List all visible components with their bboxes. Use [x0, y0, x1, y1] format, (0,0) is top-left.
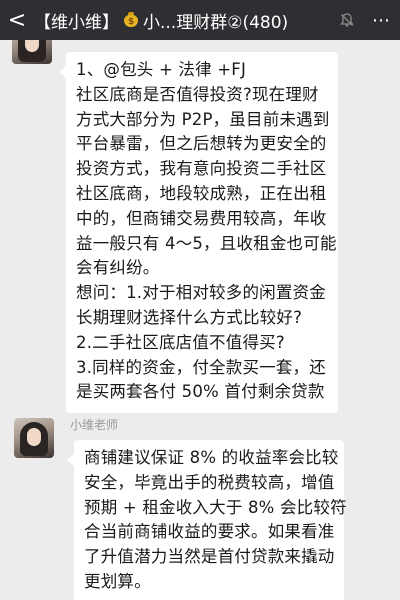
message-line: 方式大部分为 P2P，虽目前未遇到 — [76, 109, 330, 129]
message-line: 安全，毕竟出手的税费较高，增值 — [84, 472, 335, 492]
message-line: 2.二手社区底店值不值得买? — [76, 332, 285, 352]
avatar[interactable] — [14, 418, 54, 458]
message-bubble[interactable]: 商铺建议保证 8% 的收益率会比较 安全，毕竟出手的税费较高，增值 预期 + 租… — [67, 440, 347, 600]
message-line: 会有纠纷。 — [76, 258, 160, 278]
avatar[interactable] — [12, 40, 52, 64]
more-options-button[interactable]: ⋯ — [364, 0, 398, 40]
message-line: 益一般只有 4～5，且收租金也可能 — [76, 233, 337, 253]
title-bar: < 【维小维】 $ 小...理财群②(480) ⋯ — [0, 0, 400, 40]
message-line: 社区底商，地段较成熟，正在出租 — [76, 183, 327, 203]
mute-bell-icon — [336, 0, 358, 40]
message-line: 预期 + 租金收入大于 8% 会比较符 — [84, 497, 347, 517]
message-line: 想问：1.对于相对较多的闲置资金 — [76, 283, 326, 303]
message-line: 商铺建议保证 8% 的收益率会比较 — [84, 448, 339, 467]
message-bubble[interactable]: 1、@包头 + 法律 +FJ 社区底商是否值得投资?现在理财 方式大部分为 P2… — [59, 52, 338, 414]
chat-area[interactable]: 1、@包头 + 法律 +FJ 社区底商是否值得投资?现在理财 方式大部分为 P2… — [0, 40, 400, 600]
chevron-left-icon: < — [7, 7, 27, 33]
message-line: 更划算。 — [84, 571, 151, 591]
message-line: 社区底商是否值得投资?现在理财 — [76, 84, 319, 104]
more-icon: ⋯ — [372, 9, 390, 31]
message-line: 1、@包头 + 法律 +FJ — [76, 60, 247, 79]
message-line: 中的，但商铺交易费用较高，年收 — [76, 208, 327, 228]
message-line: 长期理财选择什么方式比较好? — [76, 307, 303, 327]
chat-title-suffix: 小...理财群②(480) — [143, 12, 289, 33]
message-line: 平台暴雷，但之后想转为更安全的 — [76, 134, 327, 154]
message-line: 合当前商铺收益的要求。如果看准 — [84, 522, 335, 542]
message-line: 了升值潜力当然是首付贷款来撬动 — [84, 547, 335, 567]
message-line: 3.同样的资金，付全款买一套，还 — [76, 357, 326, 377]
message-line: 是买两套各付 50% 首付剩余贷款 — [76, 382, 325, 402]
sender-name: 小维老师 — [70, 418, 119, 432]
message-line: 投资方式，我有意向投资二手社区 — [76, 159, 327, 179]
chat-title: 【维小维】 $ 小...理财群②(480) — [34, 0, 336, 40]
money-bag-icon: $ — [123, 12, 139, 28]
back-button[interactable]: < — [0, 0, 34, 40]
chat-title-prefix: 【维小维】 — [34, 12, 119, 33]
